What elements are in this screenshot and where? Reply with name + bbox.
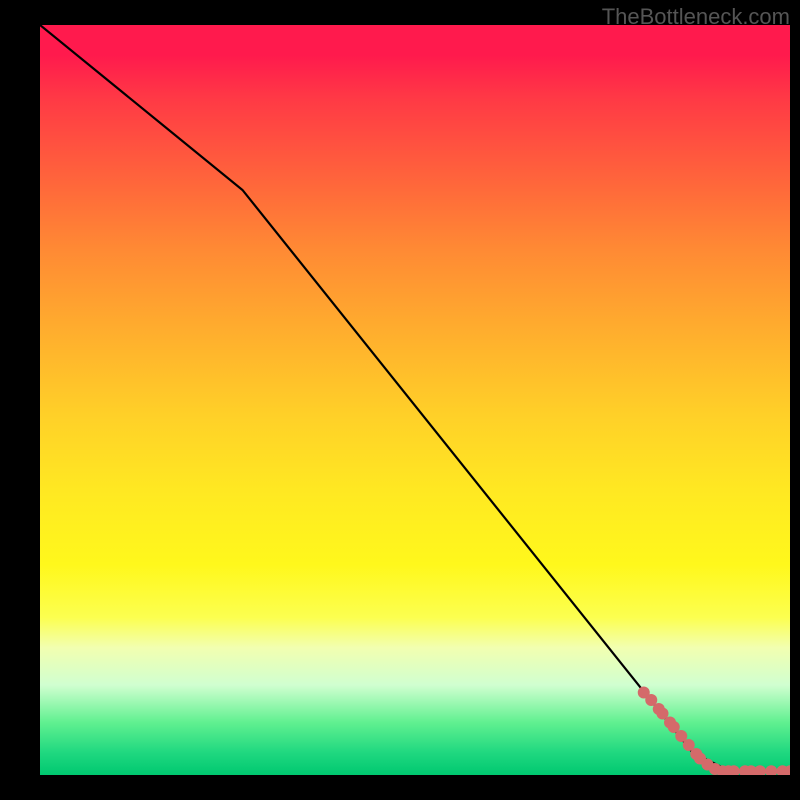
chart-overlay — [40, 25, 790, 775]
chart-scatter-group — [638, 687, 790, 776]
chart-line — [40, 25, 790, 771]
watermark-text: TheBottleneck.com — [602, 4, 790, 30]
scatter-point — [754, 765, 766, 775]
scatter-point — [765, 765, 777, 775]
